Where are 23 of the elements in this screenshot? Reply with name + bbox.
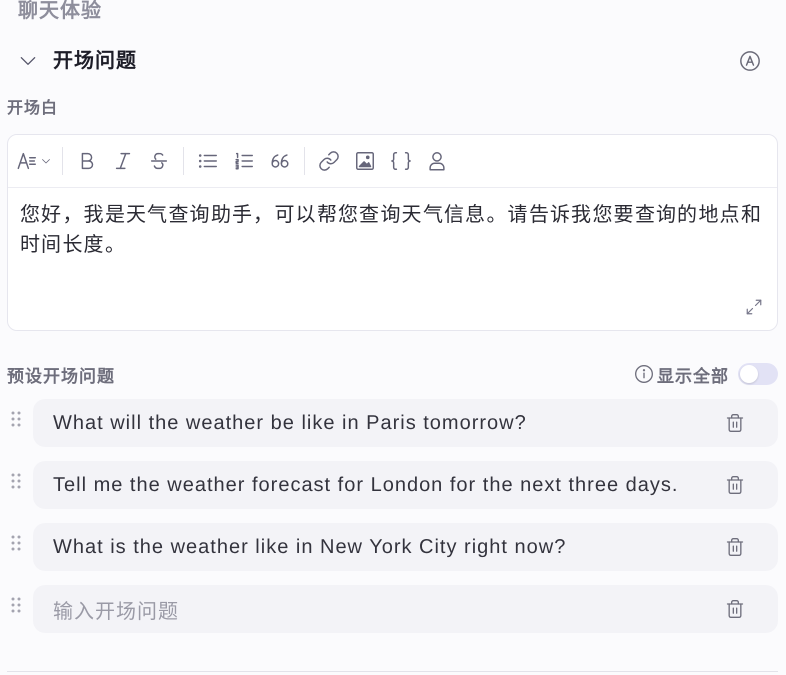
trash-icon[interactable] <box>725 537 745 557</box>
show-all-label: 显示全部 <box>657 366 729 386</box>
drag-handle-icon[interactable] <box>11 535 21 551</box>
text-style-button[interactable] <box>16 150 52 172</box>
text-style-icon <box>16 150 38 172</box>
field-label: 预设开场问题 <box>7 366 115 386</box>
drag-handle-icon[interactable] <box>11 411 21 427</box>
drag-handle-icon[interactable] <box>11 473 21 489</box>
question-field[interactable]: What is the weather like in New York City right now? <box>33 523 778 571</box>
info-icon <box>634 364 654 384</box>
group-title: 聊天体验 <box>18 0 102 22</box>
circled-a-icon[interactable] <box>739 50 761 72</box>
drag-handle-icon[interactable] <box>11 597 21 613</box>
field-label: 开场白 <box>7 99 58 119</box>
trash-icon[interactable] <box>725 599 745 619</box>
trash-icon[interactable] <box>725 475 745 495</box>
toggle-switch[interactable] <box>738 363 778 385</box>
question-field[interactable]: Tell me the weather forecast for London for the next three days. <box>33 461 778 509</box>
trash-icon[interactable] <box>725 413 745 433</box>
message-text-area[interactable]: 您好，我是天气查询助手，可以帮您查询天气信息。请告诉我您要查询的地点和时间长度。 <box>8 188 777 330</box>
question-field[interactable]: What will the weather be like in Paris tomorrow? <box>33 399 778 447</box>
section-title: 开场问题 <box>53 48 137 74</box>
expand-icon[interactable] <box>745 298 763 316</box>
